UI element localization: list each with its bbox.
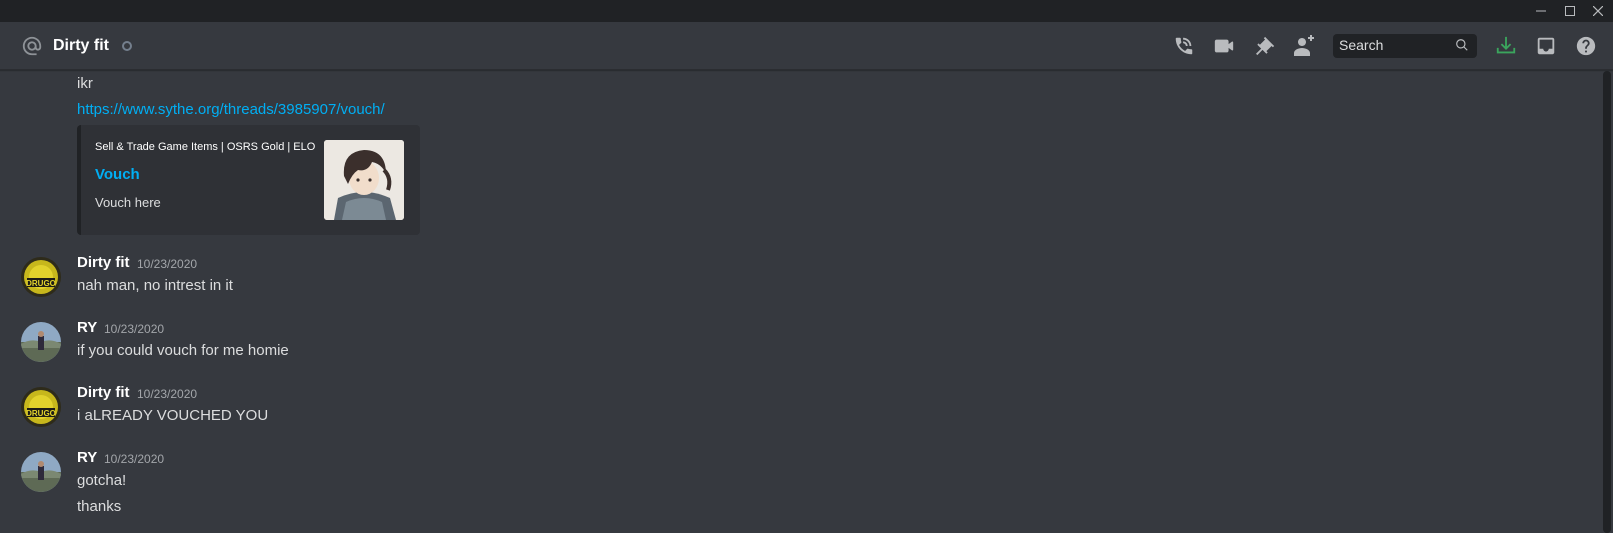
at-icon [21,35,43,57]
avatar[interactable]: DRUGO [21,387,61,427]
message-timestamp: 10/23/2020 [104,322,165,336]
inbox-icon[interactable] [1534,34,1558,58]
window-titlebar [0,0,1613,22]
svg-text:DRUGO: DRUGO [26,279,56,288]
embed-title-link[interactable]: Vouch [95,166,140,183]
pinned-messages-icon[interactable] [1253,34,1277,58]
embed-description: Vouch here [95,195,161,210]
message-author[interactable]: RY [77,448,97,468]
embed-provider[interactable]: Sell & Trade Game Items | OSRS Gold | EL… [95,141,315,153]
search-input[interactable]: Search [1333,34,1477,58]
scrollbar-track[interactable] [1603,71,1611,533]
message-author[interactable]: Dirty fit [77,253,130,273]
message-text: thanks [77,498,122,515]
message-timestamp: 10/23/2020 [137,257,198,271]
message-text: gotcha! [77,472,127,489]
message-author[interactable]: Dirty fit [77,383,130,403]
link-embed: Sell & Trade Game Items | OSRS Gold | EL… [77,125,420,235]
message-timestamp: 10/23/2020 [104,452,165,466]
help-icon[interactable] [1574,34,1598,58]
scrollbar-thumb[interactable] [1603,71,1611,533]
channel-header: Dirty fit Search [0,22,1613,70]
avatar[interactable] [21,452,61,492]
message-link[interactable]: https://www.sythe.org/threads/3985907/vo… [77,100,385,120]
start-voice-call-icon[interactable] [1172,34,1196,58]
message-text: i aLREADY VOUCHED YOU [77,407,269,424]
minimize-icon[interactable] [1528,0,1554,22]
add-friends-to-dm-icon[interactable] [1293,34,1317,58]
avatar[interactable]: DRUGO [21,257,61,297]
status-offline-icon [122,41,132,51]
download-icon[interactable] [1494,34,1518,58]
search-icon [1455,38,1471,54]
message-text: nah man, no intrest in it [77,277,233,294]
start-video-call-icon[interactable] [1212,34,1236,58]
search-placeholder: Search [1339,37,1384,53]
message-text: if you could vouch for me homie [77,342,289,359]
avatar[interactable] [21,322,61,362]
message-text: ikr [77,75,93,92]
close-icon[interactable] [1585,0,1611,22]
svg-text:DRUGO: DRUGO [26,409,56,418]
page-title: Dirty fit [53,37,109,54]
message-timestamp: 10/23/2020 [137,387,198,401]
message-author[interactable]: RY [77,318,97,338]
maximize-icon[interactable] [1557,0,1583,22]
embed-thumbnail-image[interactable] [324,140,404,220]
